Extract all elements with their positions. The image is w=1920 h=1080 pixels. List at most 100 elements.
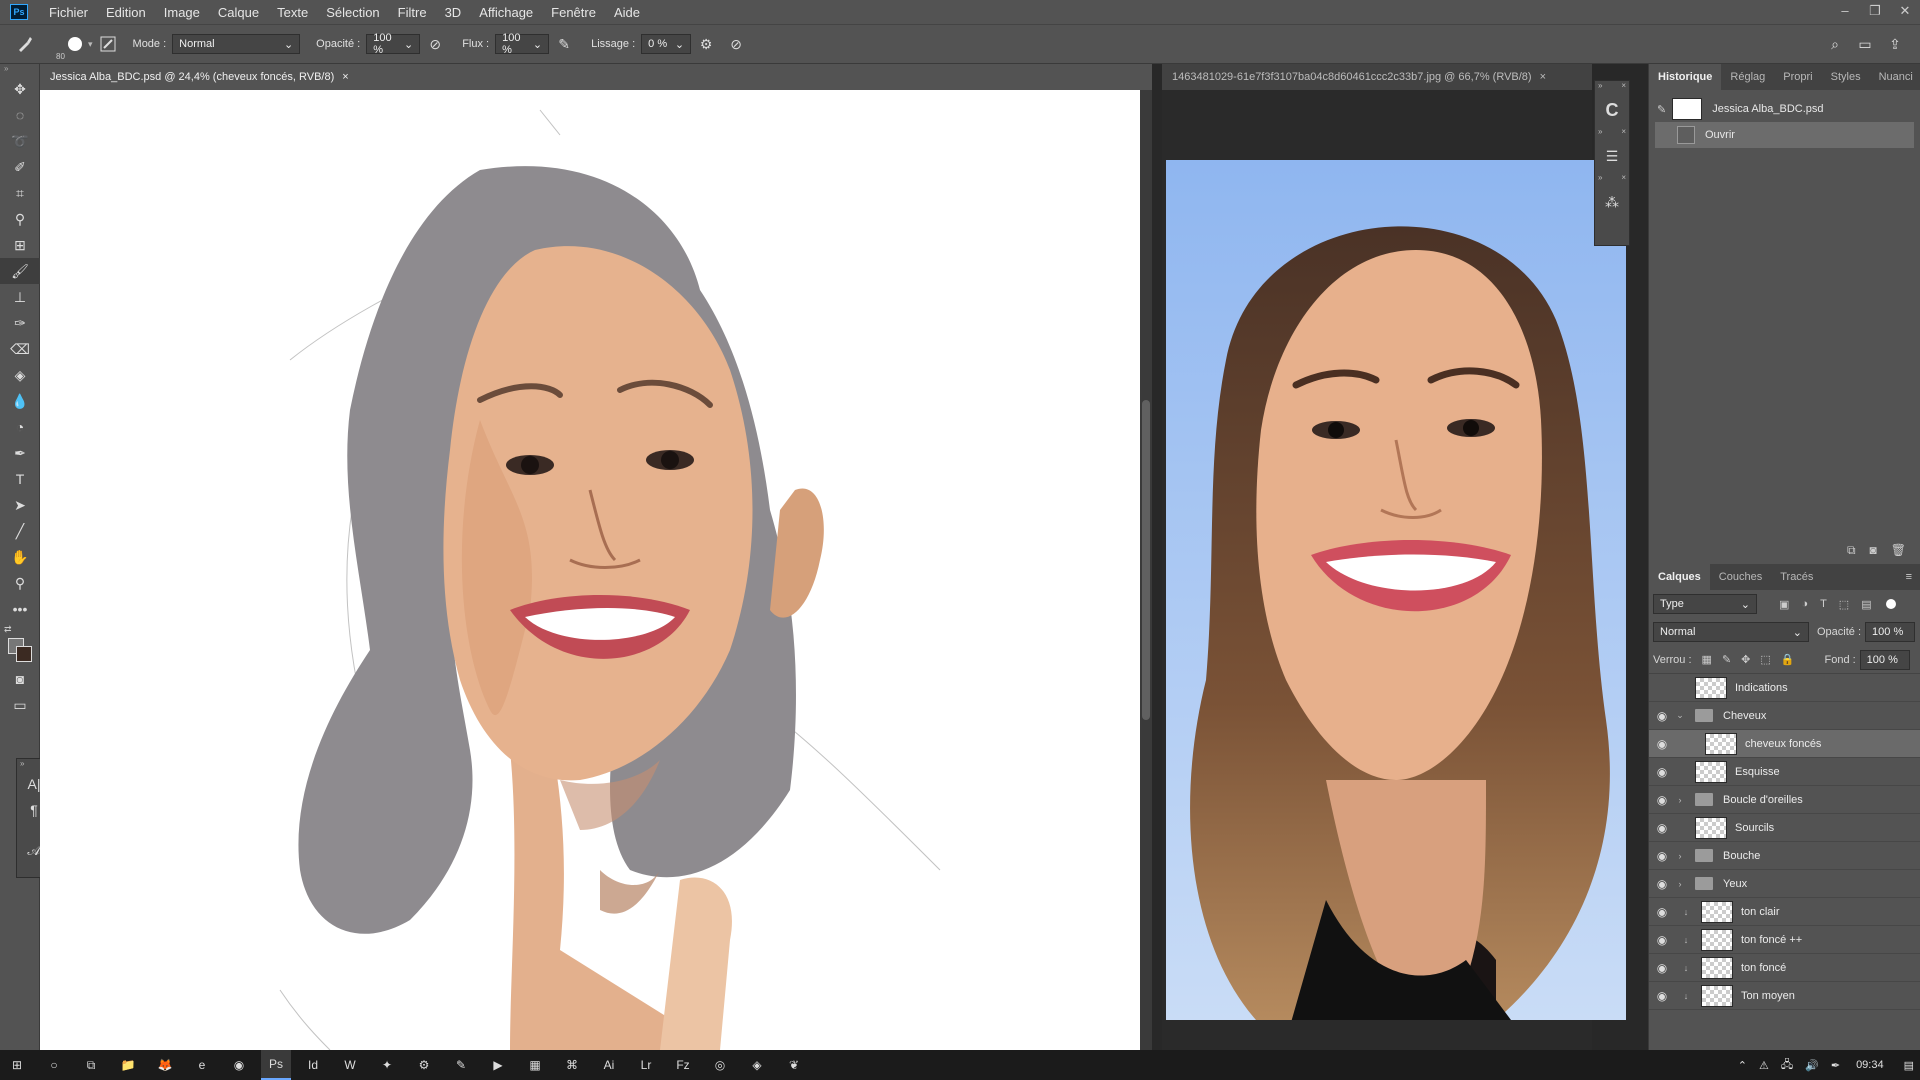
line-tool-icon[interactable]: ╱ xyxy=(0,518,40,544)
paint-bucket-tool-icon[interactable]: ◈ xyxy=(0,362,40,388)
app4-icon[interactable]: ▶ xyxy=(483,1050,513,1080)
blur-tool-icon[interactable]: 💧 xyxy=(0,388,40,414)
frame-tool-icon[interactable]: ⊞ xyxy=(0,232,40,258)
app7-icon[interactable]: ◈ xyxy=(742,1050,772,1080)
clipping-mask-icon[interactable]: ↓ xyxy=(1679,991,1693,1001)
vertical-scrollbar[interactable] xyxy=(1140,90,1152,1050)
filter-smart-object-icon[interactable]: ▤ xyxy=(1861,598,1871,611)
history-step[interactable]: Ouvrir xyxy=(1655,122,1914,148)
eye-icon[interactable]: ◉ xyxy=(1651,737,1673,751)
eye-icon[interactable]: ◉ xyxy=(1651,905,1673,919)
lock-pixels-icon[interactable]: ✎ xyxy=(1722,653,1731,666)
brush-panel-icon[interactable] xyxy=(97,33,119,55)
camera-icon[interactable]: ◙ xyxy=(1870,543,1877,558)
chevron-down-icon[interactable]: ▾ xyxy=(88,39,93,50)
scrollbar-thumb[interactable] xyxy=(1142,400,1150,720)
eye-icon[interactable]: ◉ xyxy=(1651,877,1673,891)
gear-icon[interactable]: ⚙ xyxy=(695,33,717,55)
canvas[interactable] xyxy=(40,90,1148,1050)
new-document-from-state-icon[interactable]: ⧉ xyxy=(1847,543,1856,558)
pressure-opacity-icon[interactable]: ⊘ xyxy=(424,33,446,55)
indesign-icon[interactable]: Id xyxy=(298,1050,328,1080)
layer-row[interactable]: ◉ ↓ ton foncé ++ xyxy=(1649,926,1920,954)
volume-icon[interactable]: 🔊 xyxy=(1805,1059,1819,1072)
tab-couches[interactable]: Couches xyxy=(1710,564,1771,590)
blend-mode-select[interactable]: Normal ⌄ xyxy=(1653,622,1809,642)
explorer-icon[interactable]: 📁 xyxy=(113,1050,143,1080)
close-icon[interactable]: × xyxy=(1621,173,1626,185)
collapse-arrows-icon[interactable]: » xyxy=(0,64,39,76)
move-tool-icon[interactable]: ✥ xyxy=(0,76,40,102)
lightroom-icon[interactable]: Lr xyxy=(631,1050,661,1080)
marquee-tool-icon[interactable]: ◌ xyxy=(0,102,40,128)
chevron-right-icon[interactable]: › xyxy=(1673,851,1687,861)
layer-row[interactable]: ◉ ↓ Ton moyen xyxy=(1649,982,1920,1010)
menu-fichier[interactable]: Fichier xyxy=(40,5,97,20)
history-brush-icon[interactable]: ✎ xyxy=(1657,103,1666,116)
illustrator-icon[interactable]: Ai xyxy=(594,1050,624,1080)
lock-position-icon[interactable]: ✥ xyxy=(1741,653,1750,666)
history-snapshot[interactable]: ✎ Jessica Alba_BDC.psd xyxy=(1649,96,1920,122)
flux-input[interactable]: 100 % ⌄ xyxy=(495,32,550,56)
layer-row[interactable]: ◉ › Boucle d'oreilles xyxy=(1649,786,1920,814)
pressure-size-icon[interactable]: ⊘ xyxy=(725,33,747,55)
firefox-icon[interactable]: 🦊 xyxy=(150,1050,180,1080)
trash-icon[interactable]: 🗑 xyxy=(1891,543,1906,558)
menu-affichage[interactable]: Affichage xyxy=(470,5,542,20)
libraries-icon[interactable]: C xyxy=(1595,93,1629,127)
type-tool-icon[interactable]: T xyxy=(0,466,40,492)
screen-mode-icon[interactable]: ▭ xyxy=(0,692,40,718)
mode-select[interactable]: Normal ⌄ xyxy=(172,34,301,54)
windows-icon[interactable]: ⊞ xyxy=(2,1050,32,1080)
chevron-down-icon[interactable]: ⌄ xyxy=(1673,710,1687,721)
clipping-mask-icon[interactable]: ↓ xyxy=(1679,935,1693,945)
menu-edition[interactable]: Edition xyxy=(97,5,155,20)
tab-proprietes[interactable]: Propri xyxy=(1774,64,1821,90)
expand-icon[interactable]: » xyxy=(1598,81,1602,93)
edge-icon[interactable]: e xyxy=(187,1050,217,1080)
brush-tool-preset-icon[interactable] xyxy=(14,33,36,55)
menu-fenetre[interactable]: Fenêtre xyxy=(542,5,605,20)
app6-icon[interactable]: ◎ xyxy=(705,1050,735,1080)
restore-button[interactable]: ❐ xyxy=(1860,0,1890,24)
eye-icon[interactable]: ◉ xyxy=(1651,709,1673,723)
layer-row[interactable]: ◉ ↓ ton clair xyxy=(1649,898,1920,926)
history-brush-tool-icon[interactable]: ✑ xyxy=(0,310,40,336)
network-icon[interactable]: 🖧 xyxy=(1781,1056,1793,1075)
menu-calque[interactable]: Calque xyxy=(209,5,268,20)
layer-row[interactable]: ◉ ⌄ Cheveux xyxy=(1649,702,1920,730)
app2-icon[interactable]: ⚙ xyxy=(409,1050,439,1080)
tab-styles[interactable]: Styles xyxy=(1822,64,1870,90)
pen-icon[interactable]: ✒ xyxy=(1831,1059,1840,1072)
tab-active-document[interactable]: Jessica Alba_BDC.psd @ 24,4% (cheveux fo… xyxy=(40,64,1152,90)
filter-toggle-icon[interactable] xyxy=(1885,599,1896,609)
layer-row[interactable]: Indications xyxy=(1649,674,1920,702)
tab-historique[interactable]: Historique xyxy=(1649,64,1722,90)
opacity-input[interactable]: 100 % ⌄ xyxy=(366,32,421,56)
calculator-icon[interactable]: ▦ xyxy=(520,1050,550,1080)
taskview-icon[interactable]: ⧉ xyxy=(76,1050,106,1080)
lock-all-icon[interactable]: 🔒 xyxy=(1781,653,1795,666)
stamp-tool-icon[interactable]: ⊥ xyxy=(0,284,40,310)
menu-aide[interactable]: Aide xyxy=(605,5,649,20)
close-icon[interactable]: × xyxy=(1540,71,1546,83)
tab-traces[interactable]: Tracés xyxy=(1771,564,1822,590)
search-icon[interactable]: ⌕ xyxy=(1824,33,1846,55)
app8-icon[interactable]: ❦ xyxy=(779,1050,809,1080)
eye-icon[interactable]: ◉ xyxy=(1651,821,1673,835)
app-icon[interactable]: ✦ xyxy=(372,1050,402,1080)
close-icon[interactable]: × xyxy=(1621,81,1626,93)
menu-selection[interactable]: Sélection xyxy=(317,5,388,20)
expand-icon[interactable]: » xyxy=(20,759,24,771)
airbrush-icon[interactable]: ✎ xyxy=(553,33,575,55)
brush-size-picker[interactable]: 80 xyxy=(56,37,82,61)
layer-filter-select[interactable]: Type ⌄ xyxy=(1653,594,1757,614)
photoshop-icon[interactable]: Ps xyxy=(261,1050,291,1080)
dodge-tool-icon[interactable]: ◔ xyxy=(0,414,40,440)
app3-icon[interactable]: ✎ xyxy=(446,1050,476,1080)
hand-tool-icon[interactable]: ✋ xyxy=(0,544,40,570)
workspace-icon[interactable]: ▭ xyxy=(1854,33,1876,55)
eye-icon[interactable]: ◉ xyxy=(1651,933,1673,947)
notifications-icon[interactable]: ▤ xyxy=(1904,1059,1914,1072)
close-icon[interactable]: × xyxy=(1621,127,1626,139)
